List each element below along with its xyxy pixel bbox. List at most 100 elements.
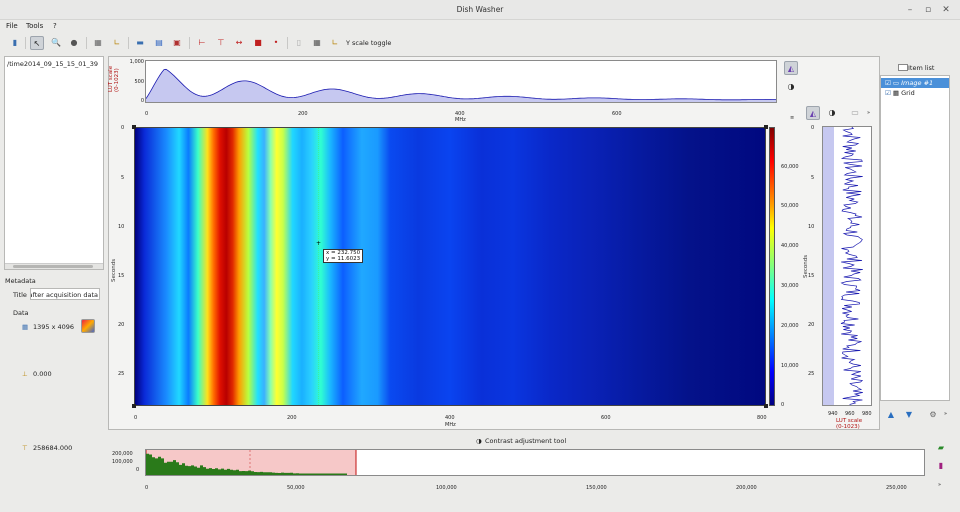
- y-scale-toggle-label[interactable]: Y scale toggle: [346, 39, 391, 47]
- image-xtick: 800: [757, 415, 767, 421]
- item-checkbox[interactable]: ☑: [885, 79, 891, 87]
- item-list-heading: Item list: [908, 64, 935, 72]
- y-profile-save-icon[interactable]: ▭: [848, 106, 862, 120]
- toolbar-separator: [128, 37, 129, 49]
- x-profile-plot[interactable]: [145, 60, 777, 103]
- item-checkbox[interactable]: ☑: [885, 89, 891, 97]
- horizontal-cut-icon[interactable]: ↔: [232, 36, 246, 50]
- item-label: Image #1: [901, 79, 934, 87]
- image-item-icon: ▭: [892, 79, 900, 87]
- toolbar: ▮ ↖ 🔍 ● ▦ ∟ ▬ ▤ ▣ ⊢ ⊤ ↔ ■ • ▯ ▦ ∟ Y scal…: [0, 33, 960, 53]
- scrollbar-thumb[interactable]: [13, 265, 93, 268]
- y-profile-xlabel2: (0-1023): [836, 424, 860, 430]
- item-list[interactable]: ☑ ▭ Image #1 ☑ ▦ Grid: [880, 75, 950, 401]
- y-profile-fill: [823, 127, 834, 405]
- rectangle-icon[interactable]: ■: [251, 36, 265, 50]
- y-profile-xtick: 980: [862, 411, 872, 417]
- toolbar-separator: [189, 37, 190, 49]
- rotate-icon[interactable]: ▯: [292, 36, 306, 50]
- y-profile-ytick: 0: [811, 125, 815, 131]
- maximize-icon[interactable]: ▫: [922, 4, 934, 16]
- colorbar-tick: 20,000: [781, 323, 799, 329]
- x-profile-autoscale-icon[interactable]: ◭: [784, 61, 798, 75]
- x-profile-svg: [146, 68, 776, 102]
- file-list-scrollbar[interactable]: [5, 263, 103, 269]
- x-profile-xtick: 600: [612, 111, 622, 117]
- y-profile-svg: [823, 127, 864, 405]
- contrast-xtick: 200,000: [736, 485, 757, 491]
- item-row-image[interactable]: ☑ ▭ Image #1: [881, 78, 949, 88]
- point-icon[interactable]: •: [269, 36, 283, 50]
- menu-help[interactable]: ?: [53, 22, 57, 30]
- close-icon[interactable]: ✕: [940, 4, 952, 16]
- image-xlabel: MHz: [445, 422, 456, 428]
- spectrogram-image: [135, 128, 765, 405]
- contrast-xtick: 100,000: [436, 485, 457, 491]
- image-xtick: 200: [287, 415, 297, 421]
- cursor-readout: x = 232.750 y = 11.6023: [323, 249, 364, 263]
- colorbar-tick: 60,000: [781, 164, 799, 170]
- toolbar-separator: [287, 37, 288, 49]
- y-profile-autoscale-icon[interactable]: ◭: [806, 106, 820, 120]
- x-profile-contrast-icon[interactable]: ◑: [784, 80, 798, 94]
- y-profile-more-icon[interactable]: »: [867, 110, 870, 116]
- y-scale-icon[interactable]: ∟: [328, 36, 342, 50]
- y-profile-ylabel: Seconds: [803, 254, 809, 278]
- contrast-title: Contrast adjustment tool: [485, 437, 567, 445]
- image-xtick: 400: [445, 415, 455, 421]
- contrast-autoscale-icon[interactable]: ▰: [934, 441, 948, 455]
- file-list-item[interactable]: /time2014_09_15_15_01_39: [5, 57, 103, 71]
- image-view[interactable]: [134, 127, 766, 406]
- contrast-full-range-icon[interactable]: ▮: [934, 459, 948, 473]
- y-profile-contrast-icon[interactable]: ◑: [825, 106, 839, 120]
- grid-icon[interactable]: ▦: [91, 36, 105, 50]
- toolbar-separator: [25, 37, 26, 49]
- contrast-icon[interactable]: ▤: [152, 36, 166, 50]
- snapshot-icon[interactable]: ▣: [170, 36, 184, 50]
- item-list-more-icon[interactable]: »: [944, 411, 947, 417]
- y-profile-ytick: 20: [808, 322, 815, 328]
- cross-section-icon[interactable]: ⊢: [195, 36, 209, 50]
- minimize-icon[interactable]: –: [904, 4, 916, 16]
- move-down-icon[interactable]: ▼: [902, 408, 916, 422]
- corner-handle[interactable]: [132, 404, 136, 408]
- image-ytick: 25: [118, 371, 125, 377]
- axes-icon[interactable]: ∟: [110, 36, 124, 50]
- title-field[interactable]: after acquisition data: [30, 288, 100, 300]
- x-profile-xunit: MHz: [455, 117, 466, 123]
- y-profile-ytick: 10: [808, 224, 815, 230]
- image-xtick: 600: [601, 415, 611, 421]
- corner-handle[interactable]: [764, 125, 768, 129]
- contrast-icon: ◑: [476, 437, 482, 445]
- zoom-tool-icon[interactable]: 🔍: [49, 36, 63, 50]
- select-tool-icon[interactable]: ↖: [30, 36, 44, 50]
- window-titlebar: Dish Washer: [0, 0, 960, 20]
- menu-file[interactable]: File: [6, 22, 18, 30]
- colorbar-menu-icon[interactable]: ≡: [790, 115, 794, 121]
- vertical-cut-icon[interactable]: ⊤: [214, 36, 228, 50]
- menu-tools[interactable]: Tools: [26, 22, 43, 30]
- contrast-xtick: 50,000: [287, 485, 305, 491]
- contrast-xtick: 250,000: [886, 485, 907, 491]
- move-up-icon[interactable]: ▲: [884, 408, 898, 422]
- corner-handle[interactable]: [132, 125, 136, 129]
- x-profile-area: [146, 69, 776, 102]
- metadata-heading: Metadata: [5, 277, 36, 285]
- x-profile-ytick: 0: [140, 98, 144, 104]
- contrast-xtick: 0: [145, 485, 149, 491]
- table-icon[interactable]: ▦: [310, 36, 324, 50]
- corner-handle[interactable]: [764, 404, 768, 408]
- open-file-icon[interactable]: ▮: [8, 36, 22, 50]
- item-list-toggle-checkbox[interactable]: [898, 64, 908, 71]
- item-row-grid[interactable]: ☑ ▦ Grid: [881, 88, 949, 98]
- colormap-preview-icon[interactable]: [81, 319, 95, 333]
- contrast-histogram[interactable]: [145, 449, 925, 476]
- settings-icon[interactable]: ⚙: [926, 408, 940, 422]
- y-profile-plot[interactable]: [822, 126, 872, 406]
- file-list[interactable]: /time2014_09_15_15_01_39: [4, 56, 104, 270]
- array-size-value: 1395 x 4096: [33, 323, 75, 331]
- cursor-cross-icon: +: [316, 240, 322, 247]
- colormap-icon[interactable]: ▬: [133, 36, 147, 50]
- contrast-more-icon[interactable]: »: [938, 482, 941, 488]
- pan-tool-icon[interactable]: ●: [67, 36, 81, 50]
